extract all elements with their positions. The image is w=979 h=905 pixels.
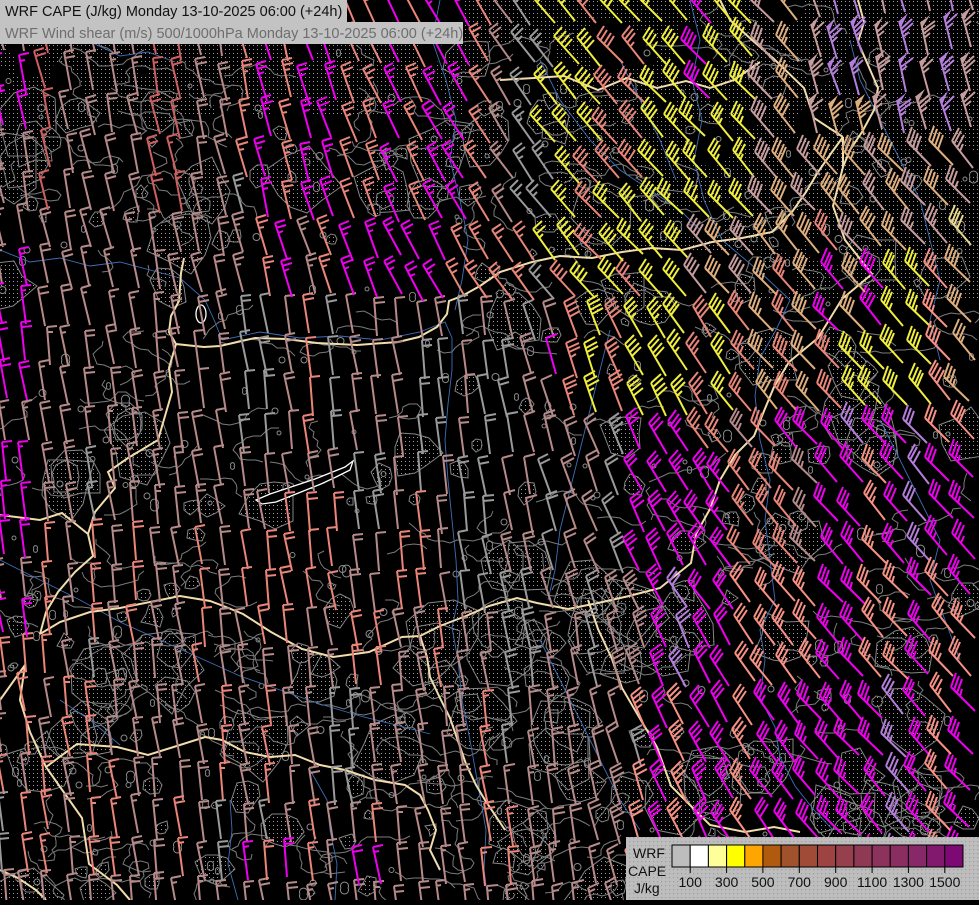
svg-text:1500: 1500 [929,874,960,890]
svg-text:1300: 1300 [893,874,924,890]
svg-text:1100: 1100 [857,874,887,890]
svg-text:300: 300 [715,874,739,890]
svg-text:J/kg: J/kg [634,880,660,896]
svg-text:WRF CAPE (J/kg) Monday 13-10-2: WRF CAPE (J/kg) Monday 13-10-2025 06:00 … [5,4,342,20]
svg-text:700: 700 [788,874,812,890]
svg-text:900: 900 [824,874,848,890]
svg-text:WRF Wind shear (m/s) 500/1000h: WRF Wind shear (m/s) 500/1000hPa Monday … [5,26,463,42]
svg-text:CAPE: CAPE [628,863,666,879]
svg-text:500: 500 [751,874,775,890]
svg-text:100: 100 [679,874,703,890]
svg-text:WRF: WRF [633,845,665,861]
